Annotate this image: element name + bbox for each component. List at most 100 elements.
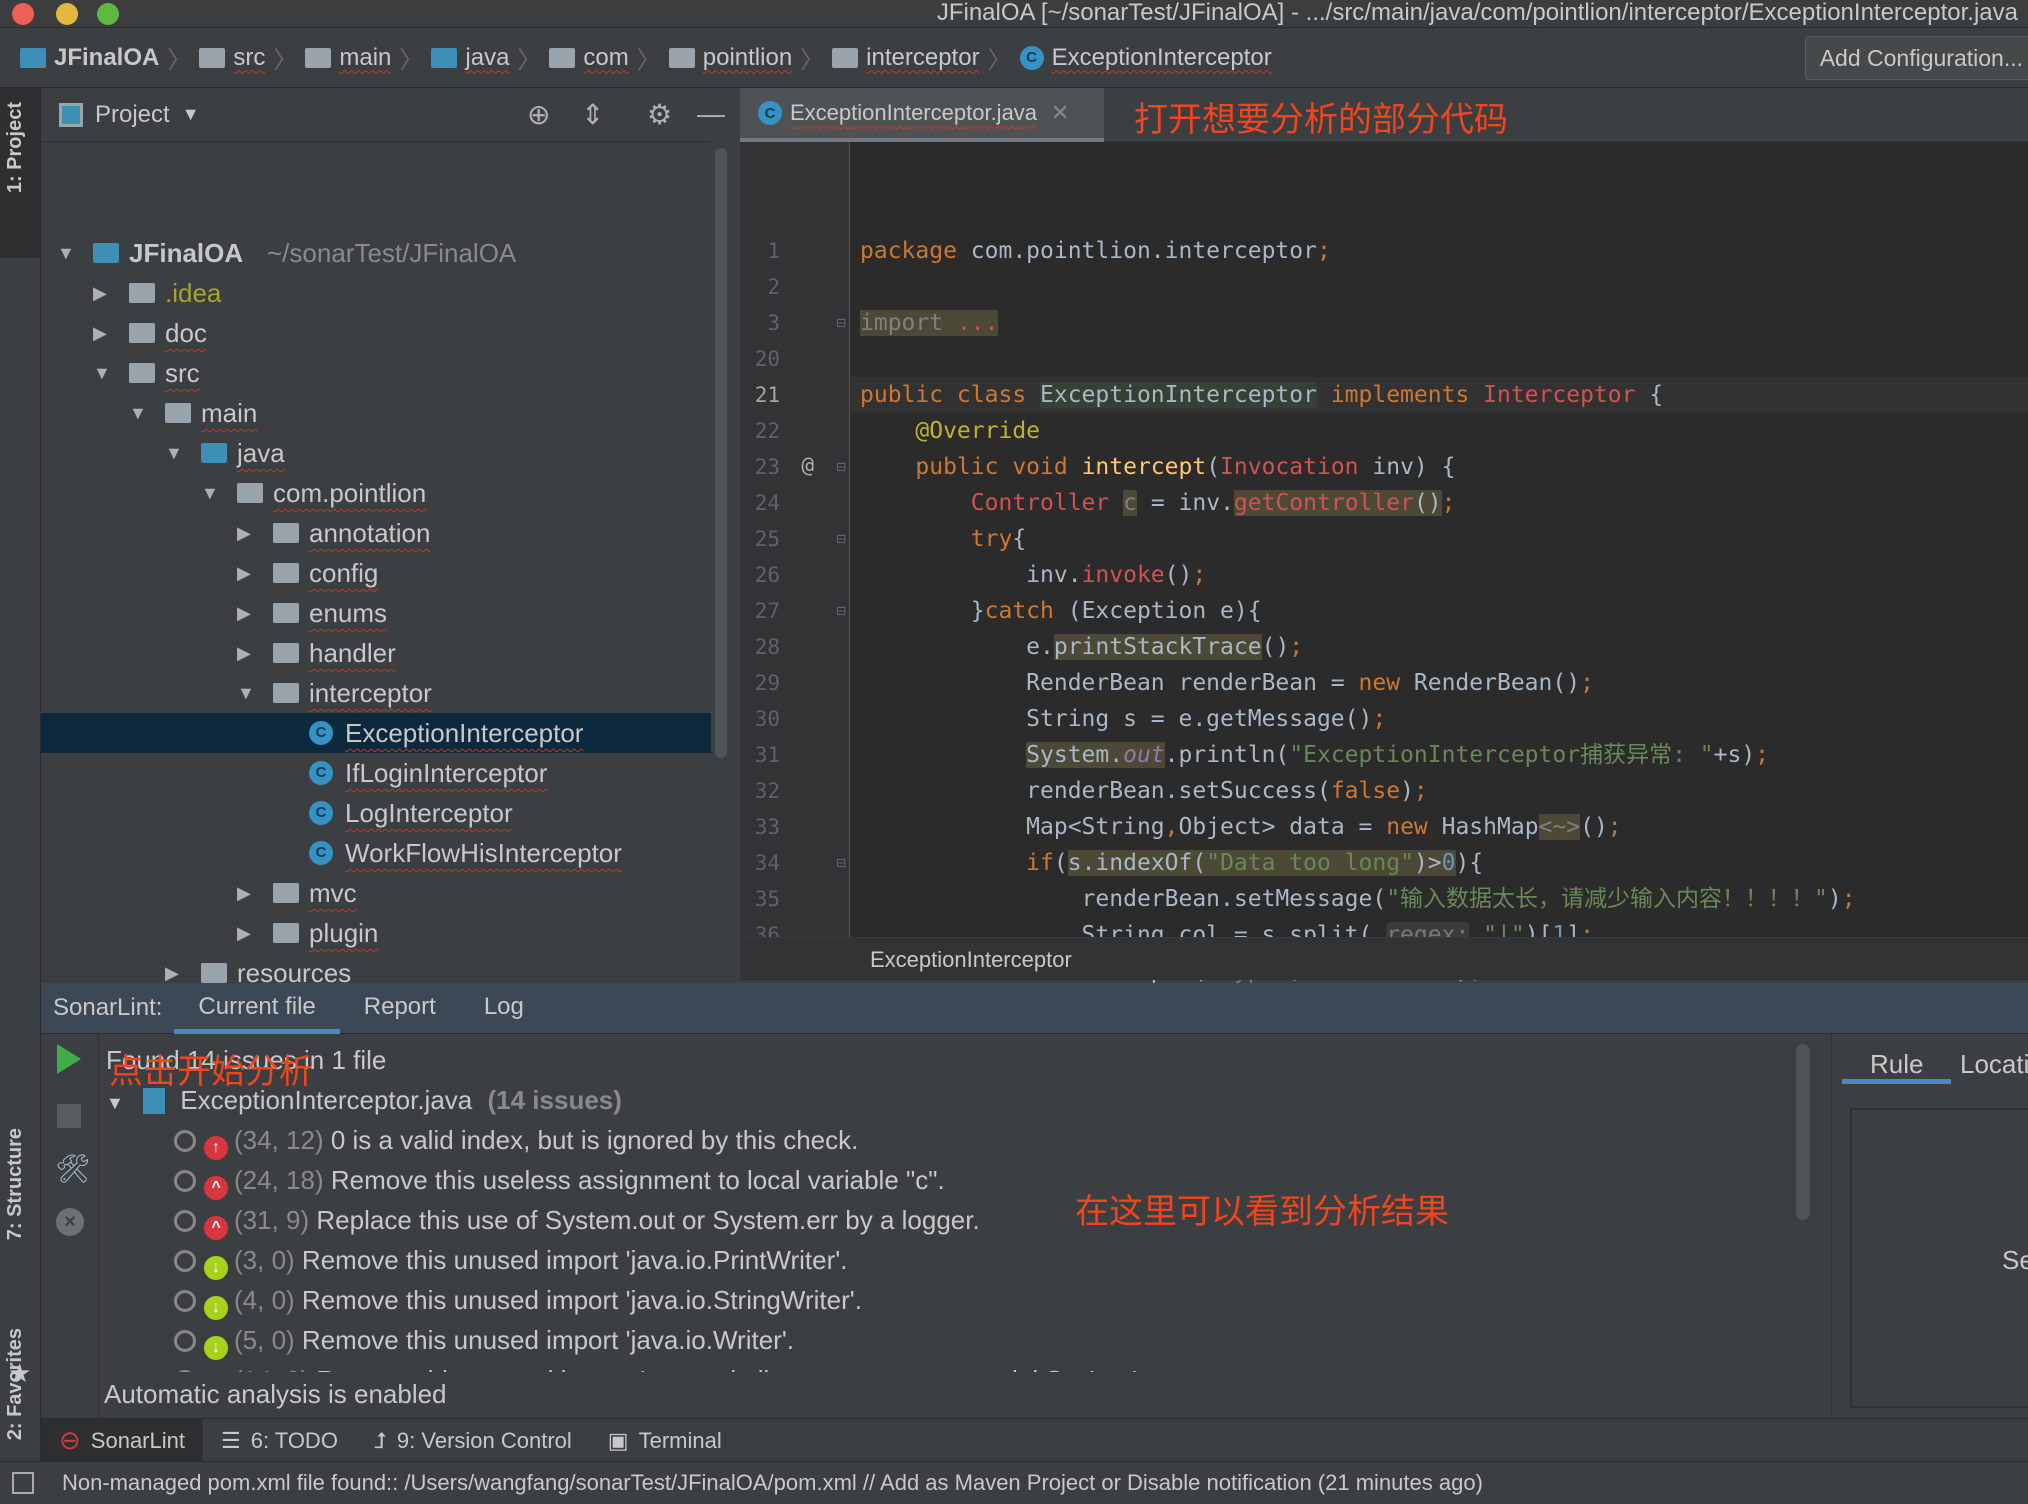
tree-item[interactable]: ▼ com.pointlion <box>41 473 711 513</box>
tree-item[interactable]: ▼ main <box>41 393 711 433</box>
tree-item-label: LogInterceptor <box>345 798 513 828</box>
issue-position: (31, 9) <box>234 1205 310 1235</box>
issue-item[interactable]: ↓ (4, 0) Remove this unused import 'java.… <box>174 1280 862 1320</box>
tree-item-label: plugin <box>309 918 379 948</box>
project-tool-tab[interactable]: 1: Project <box>4 102 27 193</box>
tree-item[interactable]: ▼ interceptor <box>41 673 711 713</box>
code-token: inv. <box>860 562 1082 588</box>
code-line: inv.invoke(); <box>860 557 1206 593</box>
tree-item[interactable]: ▶ mvc <box>41 873 711 913</box>
code-token: e. <box>860 634 1054 660</box>
tree-item[interactable]: C LogInterceptor <box>41 793 711 833</box>
chevron-down-icon[interactable]: ▼ <box>182 104 200 125</box>
bottom-tab[interactable]: ☰ 6: TODO <box>203 1419 356 1462</box>
maximize-window-button[interactable] <box>97 3 119 25</box>
collapsed-arrow-icon[interactable]: ▶ <box>237 873 251 913</box>
breadcrumb-item[interactable]: main 〉 <box>305 40 423 75</box>
collapse-all-icon[interactable]: ⇕ <box>581 98 604 131</box>
tree-item[interactable]: C IfLoginInterceptor <box>41 753 711 793</box>
issues-scrollbar[interactable] <box>1796 1044 1810 1220</box>
collapsed-arrow-icon[interactable]: ▶ <box>237 553 251 593</box>
breadcrumb-item[interactable]: C ExceptionInterceptor <box>1019 44 1272 72</box>
notification-icon[interactable] <box>12 1472 34 1494</box>
fold-toggle-icon[interactable]: ⊟ <box>826 313 846 332</box>
tab-rule[interactable]: Rule <box>1842 1044 1952 1084</box>
gear-icon[interactable]: ⚙ <box>647 98 672 131</box>
expanded-arrow-icon[interactable]: ▼ <box>201 473 219 513</box>
collapsed-arrow-icon[interactable]: ▶ <box>93 273 107 313</box>
fold-toggle-icon[interactable]: ⊟ <box>826 457 846 476</box>
tree-item[interactable]: ▶ .idea <box>41 273 711 313</box>
minimize-window-button[interactable] <box>56 3 78 25</box>
close-window-button[interactable] <box>12 3 34 25</box>
tree-item[interactable]: ▶ enums <box>41 593 711 633</box>
override-marker-icon[interactable]: @ <box>790 453 814 477</box>
tree-item[interactable]: C WorkFlowHisInterceptor <box>41 833 711 873</box>
locate-crosshair-icon[interactable]: ⊕ <box>527 98 550 131</box>
close-tab-icon[interactable]: ✕ <box>1051 100 1069 126</box>
expanded-arrow-icon[interactable]: ▼ <box>57 233 75 273</box>
issue-item[interactable]: ^ (24, 18) Remove this useless assignment… <box>174 1160 945 1200</box>
status-message[interactable]: Non-managed pom.xml file found:: /Users/… <box>62 1470 1483 1495</box>
tree-item[interactable]: ▶ plugin <box>41 913 711 953</box>
expanded-arrow-icon[interactable]: ▼ <box>129 393 147 433</box>
tree-item[interactable]: ▼ src <box>41 353 711 393</box>
bottom-tab[interactable]: ▣ Terminal <box>590 1419 740 1462</box>
add-configuration-button[interactable]: Add Configuration... <box>1804 36 2028 80</box>
code-token: new <box>1358 670 1414 696</box>
collapsed-arrow-icon[interactable]: ▶ <box>93 313 107 353</box>
folder-icon <box>199 47 226 68</box>
expanded-arrow-icon[interactable]: ▼ <box>93 353 111 393</box>
code-line: public class ExceptionInterceptor implem… <box>860 377 1663 413</box>
breadcrumb-item[interactable]: pointlion 〉 <box>668 40 824 75</box>
tab-log[interactable]: Log <box>460 983 548 1034</box>
collapsed-arrow-icon[interactable]: ▶ <box>237 633 251 673</box>
tab-exception-interceptor-java[interactable]: C ExceptionInterceptor.java ✕ <box>740 88 1104 142</box>
fold-toggle-icon[interactable]: ⊟ <box>826 853 846 872</box>
bottom-tab[interactable]: ⊖ SonarLint <box>41 1418 203 1462</box>
collapsed-arrow-icon[interactable]: ▶ <box>237 513 251 553</box>
editor-breadcrumb[interactable]: ExceptionInterceptor <box>740 937 2028 980</box>
bottom-tab-label: Terminal <box>638 1427 722 1453</box>
breadcrumb-item[interactable]: src 〉 <box>199 40 297 75</box>
issue-item[interactable]: ↑ (34, 12) 0 is a valid index, but is ign… <box>174 1120 858 1160</box>
tree-item[interactable]: ▶ config <box>41 553 711 593</box>
code-token: c <box>1123 490 1137 516</box>
project-scrollbar[interactable] <box>715 148 727 758</box>
breadcrumb-label: com <box>583 43 629 71</box>
tree-item[interactable]: ▶ annotation <box>41 513 711 553</box>
tree-item[interactable]: ▶ doc <box>41 313 711 353</box>
issue-item[interactable]: ↓(14, 0) Remove this unused import 'com.… <box>174 1360 1144 1372</box>
fold-toggle-icon[interactable]: ⊟ <box>826 601 846 620</box>
code-token: () <box>1261 634 1290 660</box>
code-token: { <box>1635 382 1664 408</box>
tab-current-file[interactable]: Current file <box>174 983 341 1034</box>
issue-item[interactable]: ^ (31, 9) Replace this use of System.out … <box>174 1200 980 1240</box>
breadcrumb-item[interactable]: interceptor 〉 <box>832 40 1012 75</box>
breadcrumb-item[interactable]: com 〉 <box>549 40 661 75</box>
fold-toggle-icon[interactable]: ⊟ <box>826 529 846 548</box>
tree-item[interactable]: C ExceptionInterceptor <box>41 713 711 753</box>
code-token: ) <box>1400 778 1414 804</box>
breadcrumb-item[interactable]: java 〉 <box>431 40 541 75</box>
code-token: 0 <box>1441 850 1456 876</box>
code-line: public void intercept(Invocation inv) { <box>860 449 1455 485</box>
project-view-selector[interactable]: Project <box>95 101 170 129</box>
tree-item[interactable]: ▼ java <box>41 433 711 473</box>
tree-item[interactable]: ▶ handler <box>41 633 711 673</box>
structure-tool-tab[interactable]: 7: Structure <box>4 1128 27 1240</box>
bottom-tab[interactable]: ⮥ 9: Version Control <box>356 1419 590 1462</box>
collapsed-arrow-icon[interactable]: ▶ <box>237 593 251 633</box>
expanded-arrow-icon[interactable]: ▼ <box>237 673 255 713</box>
expanded-arrow-icon[interactable]: ▼ <box>165 433 183 473</box>
code-token: printStackTrace <box>1053 634 1262 660</box>
breadcrumb-item[interactable]: JFinalOA 〉 <box>20 40 191 75</box>
hide-panel-icon[interactable]: — <box>697 98 725 130</box>
tree-item[interactable]: ▼ JFinalOA ~/sonarTest/JFinalOA <box>41 233 711 273</box>
issue-item[interactable]: ↓ (5, 0) Remove this unused import 'java.… <box>174 1320 794 1360</box>
tab-locations[interactable]: Locations <box>1960 1044 2028 1084</box>
collapsed-arrow-icon[interactable]: ▶ <box>237 913 251 953</box>
issue-item[interactable]: ↓ (3, 0) Remove this unused import 'java.… <box>174 1240 847 1280</box>
tab-report[interactable]: Report <box>340 983 460 1034</box>
